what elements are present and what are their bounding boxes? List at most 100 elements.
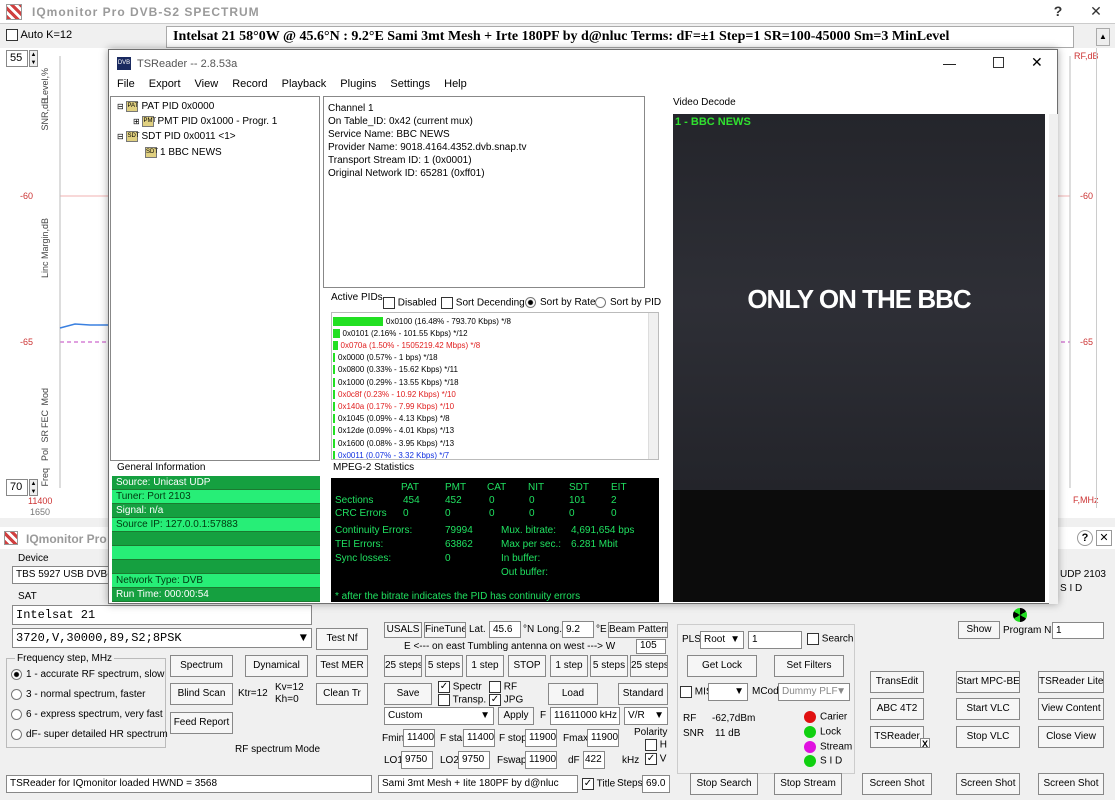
- set-filters-button[interactable]: Set Filters: [774, 655, 844, 677]
- pid-row[interactable]: 0x1000 (0.29% - 13.55 Kbps) */18: [333, 376, 459, 388]
- custom-select[interactable]: Custom ▼: [384, 707, 494, 725]
- dynamical-button[interactable]: Dynamical: [245, 655, 308, 677]
- antenna-field[interactable]: 105: [636, 639, 666, 654]
- test-mer-button[interactable]: Test MER: [316, 655, 368, 677]
- sat-field[interactable]: Intelsat 21: [12, 605, 312, 625]
- screen-shot-button-1[interactable]: Screen Shot: [862, 773, 932, 795]
- maximize-icon[interactable]: [993, 57, 1004, 68]
- apply-button[interactable]: Apply: [498, 707, 534, 725]
- pid-row[interactable]: 0x1045 (0.09% - 4.13 Kbps) */8: [333, 413, 450, 425]
- right-slider[interactable]: [1096, 48, 1110, 508]
- close-icon[interactable]: ✕: [1031, 54, 1043, 71]
- test-nf-button[interactable]: Test Nf: [316, 628, 368, 650]
- menu-export[interactable]: Export: [149, 78, 181, 90]
- step-left-25[interactable]: 25 steps: [384, 655, 422, 677]
- step-left-5[interactable]: 5 steps: [425, 655, 463, 677]
- pid-row[interactable]: 0x070a (1.50% - 1505219.42 Mbps) */8: [333, 339, 480, 351]
- fmin-field[interactable]: 11400: [403, 729, 435, 747]
- pid-row[interactable]: 0x1600 (0.08% - 3.95 Kbps) */13: [333, 437, 454, 449]
- df-field[interactable]: 422: [583, 751, 605, 769]
- tree-item-pmt[interactable]: ⊞ PMTPMT PID 0x1000 - Progr. 1: [133, 116, 277, 127]
- feed-report-button[interactable]: Feed Report: [170, 712, 233, 734]
- auto-checkbox[interactable]: Auto K=12: [6, 29, 72, 42]
- pid-row[interactable]: 0x0c8f (0.23% - 10.92 Kbps) */10: [333, 388, 456, 400]
- fmax-field[interactable]: 11900: [587, 729, 619, 747]
- pid-row[interactable]: 0x0011 (0.07% - 3.32 Kbps) */7: [333, 449, 449, 459]
- finetune-button[interactable]: FineTune: [424, 622, 466, 638]
- pid-row[interactable]: 0x0101 (2.16% - 101.55 Kbps) */12: [333, 327, 468, 339]
- steps-field[interactable]: 69.0: [642, 775, 670, 793]
- menu-settings[interactable]: Settings: [390, 78, 430, 90]
- tree-item-pat[interactable]: ⊟ PAT PAT PID 0x0000: [117, 101, 214, 112]
- tsreader-button[interactable]: TSReader: [870, 726, 924, 748]
- stop-search-button[interactable]: Stop Search: [690, 773, 758, 795]
- fstop-field[interactable]: 11900: [525, 729, 557, 747]
- screen-shot-button-3[interactable]: Screen Shot: [1038, 773, 1104, 795]
- level-bottom-spinner[interactable]: ▲ ▼: [29, 479, 38, 496]
- stop-stream-button[interactable]: Stop Stream: [774, 773, 842, 795]
- minimize-icon[interactable]: —: [943, 56, 956, 71]
- level-top-spinner[interactable]: ▲ ▼: [29, 50, 38, 67]
- pid-row[interactable]: 0x0800 (0.33% - 15.62 Kbps) */11: [333, 364, 458, 376]
- start-mpc-button[interactable]: Start MPC-BE: [956, 671, 1020, 693]
- long-field[interactable]: 9.2: [562, 621, 594, 638]
- view-content-button[interactable]: View Content: [1038, 698, 1104, 720]
- sort-by-pid-radio[interactable]: Sort by PID: [595, 297, 661, 308]
- transp-checkbox[interactable]: Transp.: [438, 694, 486, 706]
- clean-tr-button[interactable]: Clean Tr: [316, 683, 368, 705]
- close-view-button[interactable]: Close View: [1038, 726, 1104, 748]
- freq-step-df[interactable]: dF- super detailed HR spectrum: [11, 729, 168, 740]
- stop-button[interactable]: STOP: [508, 655, 546, 677]
- lo2-field[interactable]: 9750: [458, 751, 490, 769]
- close-icon[interactable]: ✕: [1096, 530, 1112, 546]
- jpg-checkbox[interactable]: JPG: [489, 694, 523, 706]
- show-button[interactable]: Show: [958, 621, 1000, 639]
- blind-scan-button[interactable]: Blind Scan: [170, 683, 233, 705]
- help-icon[interactable]: ?: [1040, 0, 1076, 24]
- tree-item-sdt[interactable]: ⊟ SDT SDT PID 0x0011 <1>: [117, 131, 236, 142]
- step-left-1[interactable]: 1 step: [466, 655, 504, 677]
- pol-h-checkbox[interactable]: H: [645, 739, 667, 751]
- screen-shot-button-2[interactable]: Screen Shot: [956, 773, 1020, 795]
- mcod-select[interactable]: Dummy PLF ▼: [778, 683, 850, 701]
- save-button[interactable]: Save: [384, 683, 432, 705]
- beam-pattern-button[interactable]: Beam Pattern: [608, 622, 668, 638]
- program-field[interactable]: 1: [1052, 622, 1104, 639]
- menu-playback[interactable]: Playback: [282, 78, 327, 90]
- spectr-checkbox[interactable]: Spectr: [438, 681, 482, 693]
- rf-checkbox[interactable]: RF: [489, 681, 517, 693]
- search-checkbox[interactable]: Search: [807, 633, 853, 645]
- menu-help[interactable]: Help: [444, 78, 467, 90]
- device-select[interactable]: TBS 5927 USB DVB-S: [12, 566, 112, 584]
- menu-record[interactable]: Record: [232, 78, 267, 90]
- lat-field[interactable]: 45.6: [489, 621, 521, 638]
- spectrum-button[interactable]: Spectrum: [170, 655, 233, 677]
- freq-step-1[interactable]: 1 - accurate RF spectrum, slow: [11, 669, 164, 680]
- step-right-25[interactable]: 25 steps: [630, 655, 668, 677]
- pol-v-checkbox[interactable]: V: [645, 753, 666, 765]
- menu-file[interactable]: File: [117, 78, 135, 90]
- tsreader-lite-button[interactable]: TSReader Lite: [1038, 671, 1104, 693]
- pid-list-scrollbar[interactable]: [648, 313, 658, 459]
- level-bottom-field[interactable]: 70: [6, 479, 28, 496]
- abc4t2-button[interactable]: ABC 4T2: [870, 698, 924, 720]
- freq-step-3[interactable]: 3 - normal spectrum, faster: [11, 689, 145, 700]
- fswap-field[interactable]: 11900: [525, 751, 557, 769]
- start-vlc-button[interactable]: Start VLC: [956, 698, 1020, 720]
- pid-row[interactable]: 0x0100 (16.48% - 793.70 Kbps) */8: [333, 315, 511, 327]
- usals-button[interactable]: USALS: [384, 622, 422, 638]
- sort-decending-checkbox[interactable]: Sort Decending: [441, 297, 525, 309]
- stop-vlc-button[interactable]: Stop VLC: [956, 726, 1020, 748]
- help-icon[interactable]: ?: [1077, 530, 1093, 546]
- f-field[interactable]: 11611000 kHz: [550, 707, 620, 725]
- get-lock-button[interactable]: Get Lock: [687, 655, 757, 677]
- fstart-field[interactable]: 11400: [463, 729, 495, 747]
- tree-item-bbc[interactable]: SDT 1 BBC NEWS: [145, 147, 222, 158]
- up-arrow-icon[interactable]: ▲: [1096, 28, 1110, 46]
- pid-row[interactable]: 0x0000 (0.57% - 1 bps) */18: [333, 352, 438, 364]
- standard-button[interactable]: Standard: [618, 683, 668, 705]
- tsreader-close-icon[interactable]: X: [920, 738, 930, 749]
- menu-view[interactable]: View: [195, 78, 219, 90]
- pid-row[interactable]: 0x12de (0.09% - 4.01 Kbps) */13: [333, 425, 454, 437]
- level-top-field[interactable]: 55: [6, 50, 28, 67]
